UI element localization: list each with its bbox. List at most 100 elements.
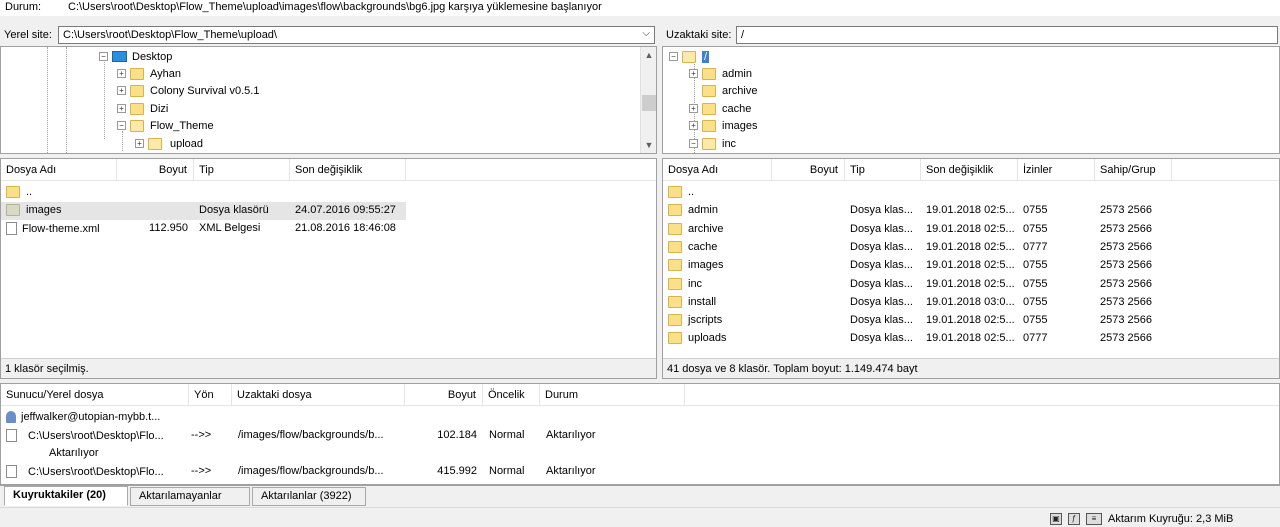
tree-item-root[interactable]: − / bbox=[669, 48, 710, 65]
local-status: 1 klasör seçilmiş. bbox=[1, 358, 656, 378]
tree-item-colony-survival[interactable]: + Colony Survival v0.5.1 bbox=[117, 82, 259, 99]
local-tree-pane[interactable]: − Desktop + Ayhan + Colony Survival v0.5… bbox=[0, 46, 657, 154]
tree-item-label: Desktop bbox=[132, 50, 173, 63]
expand-icon[interactable]: + bbox=[689, 121, 698, 130]
file-modified: 19.01.2018 02:5... bbox=[926, 240, 1015, 253]
expand-icon[interactable]: + bbox=[135, 139, 144, 148]
col-header-modified[interactable]: Son değişiklik bbox=[921, 159, 1018, 181]
binary-icon[interactable]: ≡ bbox=[1086, 513, 1102, 525]
col-header-name[interactable]: Dosya Adı bbox=[663, 159, 772, 181]
tree-item-inc[interactable]: − inc bbox=[689, 135, 736, 152]
tree-item-images[interactable]: + images bbox=[689, 117, 757, 134]
tree-item-admin[interactable]: + admin bbox=[689, 65, 752, 82]
remote-status: 41 dosya ve 8 klasör. Toplam boyut: 1.14… bbox=[663, 358, 1279, 378]
tree-item-label: upload bbox=[170, 137, 204, 150]
tree-item-archive[interactable]: archive bbox=[689, 82, 757, 99]
local-file-list[interactable]: Dosya Adı Boyut Tip Son değişiklik .. im… bbox=[0, 158, 657, 379]
col-header-server-local[interactable]: Sunucu/Yerel dosya bbox=[1, 384, 189, 406]
col-header-size[interactable]: Boyut bbox=[772, 159, 845, 181]
local-site-path: C:\Users\root\Desktop\Flow_Theme\upload\ bbox=[63, 29, 277, 41]
expand-icon[interactable]: + bbox=[117, 104, 126, 113]
scroll-down-icon[interactable]: ▼ bbox=[641, 137, 656, 153]
file-name: uploads bbox=[688, 332, 727, 345]
col-header-priority[interactable]: Öncelik bbox=[483, 384, 540, 406]
file-type: XML Belgesi bbox=[199, 222, 261, 234]
local-tree-scrollbar[interactable]: ▲ ▼ bbox=[640, 47, 656, 153]
file-row-selected[interactable]: images Dosya klasörü 24.07.2016 09:55:27 bbox=[1, 202, 406, 220]
tree-item-cache[interactable]: + cache bbox=[689, 100, 751, 117]
file-permissions: 0755 bbox=[1023, 204, 1048, 217]
queue-status: Aktarılıyor bbox=[546, 465, 596, 477]
collapse-icon[interactable]: − bbox=[99, 52, 108, 61]
queue-item[interactable]: C:\Users\root\Desktop\Flo... -->> /image… bbox=[1, 427, 1279, 445]
file-row[interactable]: uploads Dosya klas... 19.01.2018 02:5... 07… bbox=[663, 330, 1279, 348]
tree-item-ayhan[interactable]: + Ayhan bbox=[117, 65, 181, 82]
queue-tabs: Kuyruktakiler (20) Aktarılamayanlar Akta… bbox=[0, 485, 1280, 507]
remote-tree-pane[interactable]: − / + admin archive + cache + images − i… bbox=[662, 46, 1280, 154]
col-header-size[interactable]: Boyut bbox=[405, 384, 483, 406]
tab-successful[interactable]: Aktarılanlar (3922) bbox=[252, 487, 366, 506]
col-header-remote-file[interactable]: Uzaktaki dosya bbox=[232, 384, 405, 406]
col-header-type[interactable]: Tip bbox=[845, 159, 921, 181]
remote-site-combobox[interactable]: / bbox=[736, 26, 1278, 44]
scroll-thumb[interactable] bbox=[642, 95, 656, 111]
transfer-queue[interactable]: Sunucu/Yerel dosya Yön Uzaktaki dosya Bo… bbox=[0, 383, 1280, 485]
folder-icon bbox=[702, 84, 716, 97]
col-header-permissions[interactable]: İzinler bbox=[1018, 159, 1095, 181]
file-row[interactable]: .. bbox=[663, 184, 1279, 202]
folder-icon bbox=[6, 186, 20, 198]
tree-item-label: cache bbox=[722, 102, 752, 115]
collapse-icon[interactable]: − bbox=[669, 52, 678, 61]
col-header-type[interactable]: Tip bbox=[194, 159, 290, 181]
tab-queued[interactable]: Kuyruktakiler (20) bbox=[4, 486, 128, 506]
tree-item-desktop[interactable]: − Desktop bbox=[99, 48, 172, 65]
col-header-owner[interactable]: Sahip/Grup bbox=[1095, 159, 1172, 181]
tree-item-label: images bbox=[722, 119, 758, 132]
tree-item-label: inc bbox=[722, 137, 737, 150]
queue-item-progress: Aktarılıyor bbox=[1, 445, 1279, 463]
tab-failed[interactable]: Aktarılamayanlar bbox=[130, 487, 250, 506]
chevron-down-icon[interactable]: ⌵ bbox=[642, 28, 650, 39]
file-name: cache bbox=[688, 240, 718, 253]
expand-icon[interactable]: + bbox=[117, 86, 126, 95]
file-row[interactable]: archive Dosya klas... 19.01.2018 02:5... 07… bbox=[663, 221, 1279, 239]
expand-icon[interactable]: + bbox=[689, 104, 698, 113]
col-header-direction[interactable]: Yön bbox=[189, 384, 232, 406]
queue-local-file: C:\Users\root\Desktop\Flo... bbox=[28, 429, 164, 442]
file-row[interactable]: admin Dosya klas... 19.01.2018 02:5... 0755… bbox=[663, 202, 1279, 220]
tree-item-dizi[interactable]: + Dizi bbox=[117, 100, 168, 117]
file-row[interactable]: jscripts Dosya klas... 19.01.2018 02:5... 0… bbox=[663, 312, 1279, 330]
expand-icon[interactable]: + bbox=[117, 69, 126, 78]
file-owner: 2573 2566 bbox=[1100, 332, 1152, 345]
col-header-size[interactable]: Boyut bbox=[117, 159, 194, 181]
queue-item[interactable]: C:\Users\root\Desktop\Flo... -->> /image… bbox=[1, 463, 1279, 481]
file-row[interactable]: Flow-theme.xml 112.950 XML Belgesi 21.08… bbox=[1, 220, 656, 238]
collapse-icon[interactable]: − bbox=[117, 121, 126, 130]
collapse-icon[interactable]: − bbox=[689, 139, 698, 148]
queue-server-row[interactable]: jeffwalker@utopian-mybb.t... bbox=[1, 409, 1279, 427]
col-header-name[interactable]: Dosya Adı bbox=[1, 159, 117, 181]
file-row[interactable]: cache Dosya klas... 19.01.2018 02:5... 0777… bbox=[663, 239, 1279, 257]
file-row[interactable]: .. bbox=[1, 184, 656, 202]
remote-file-list[interactable]: Dosya Adı Boyut Tip Son değişiklik İzinl… bbox=[662, 158, 1280, 379]
file-row[interactable]: inc Dosya klas... 19.01.2018 02:5... 0755 25… bbox=[663, 276, 1279, 294]
scroll-up-icon[interactable]: ▲ bbox=[641, 47, 656, 63]
folder-icon bbox=[702, 67, 716, 80]
tree-item-upload[interactable]: + upload bbox=[135, 135, 205, 152]
local-site-bar: Yerel site: C:\Users\root\Desktop\Flow_T… bbox=[0, 24, 657, 46]
expand-icon[interactable]: + bbox=[689, 69, 698, 78]
folder-icon bbox=[130, 84, 144, 97]
file-type: Dosya klas... bbox=[850, 240, 913, 253]
bottom-status-bar: ▣ ƒ ≡ Aktarım Kuyruğu: 2,3 MiB bbox=[0, 507, 1280, 527]
file-owner: 2573 2566 bbox=[1100, 222, 1152, 235]
col-header-status[interactable]: Durum bbox=[540, 384, 685, 406]
file-row[interactable]: images Dosya klas... 19.01.2018 02:5... 075… bbox=[663, 257, 1279, 275]
file-row[interactable]: install Dosya klas... 19.01.2018 03:0... 07… bbox=[663, 294, 1279, 312]
col-header-modified[interactable]: Son değişiklik bbox=[290, 159, 406, 181]
folder-open-icon bbox=[148, 137, 162, 150]
folder-icon bbox=[668, 277, 682, 290]
local-site-combobox[interactable]: C:\Users\root\Desktop\Flow_Theme\upload\… bbox=[58, 26, 655, 44]
folder-open-icon bbox=[682, 50, 696, 63]
tree-item-flow-theme[interactable]: − Flow_Theme bbox=[117, 117, 214, 134]
filter-icon[interactable]: ƒ bbox=[1068, 513, 1080, 525]
